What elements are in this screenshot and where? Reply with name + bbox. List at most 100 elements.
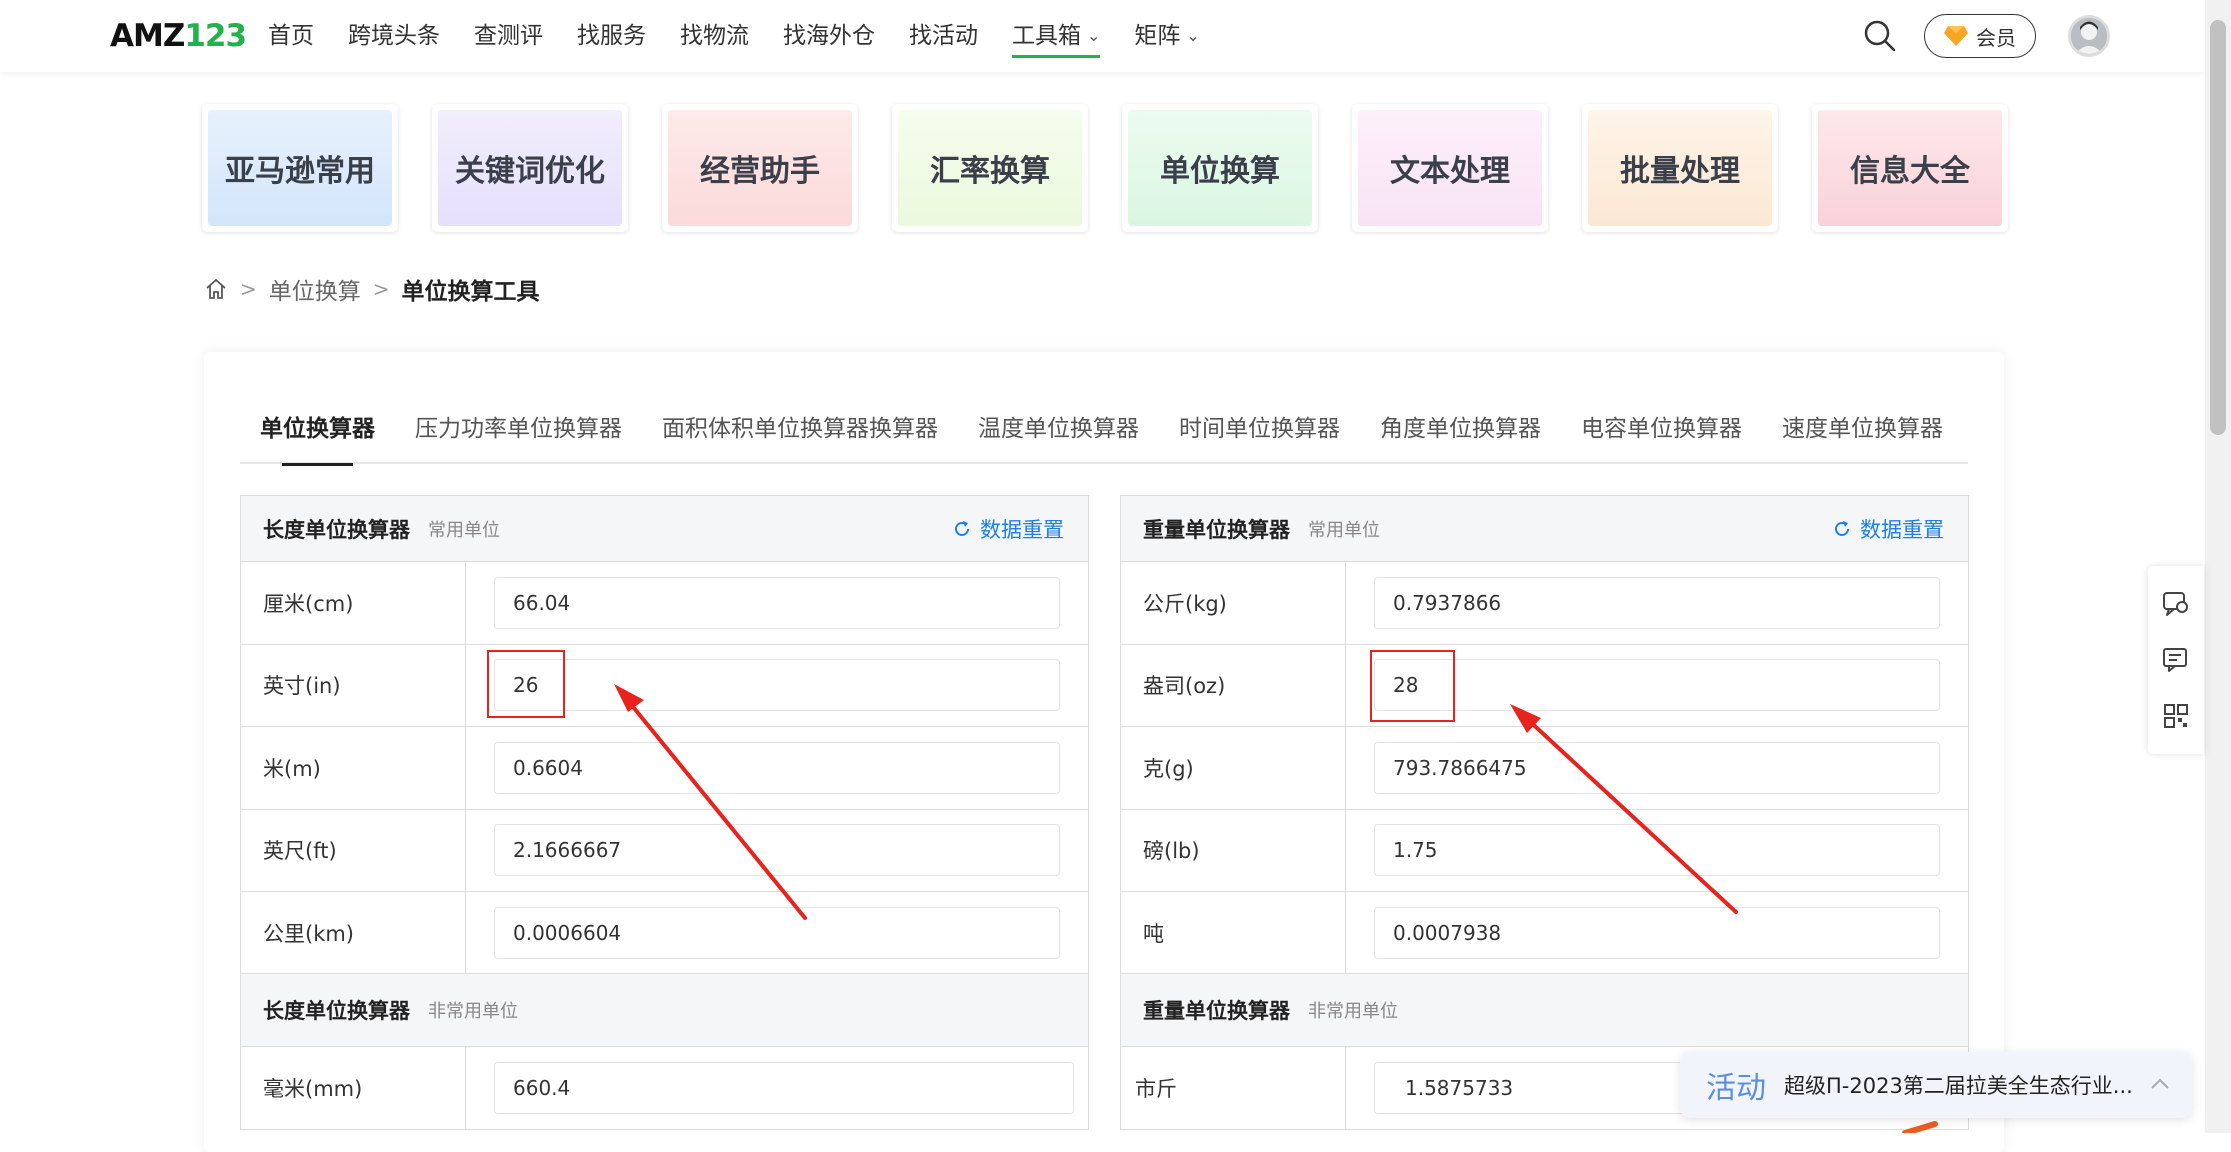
avatar[interactable] [2068,15,2110,57]
tab-time[interactable]: 时间单位换算器 [1159,400,1360,464]
category-exchange[interactable]: 汇率换算 [892,104,1088,232]
nav-events[interactable]: 找活动 [909,0,978,72]
nav-label: 查测评 [474,23,543,49]
category-keywords[interactable]: 关键词优化 [432,104,628,232]
unit-label: 吨 [1121,892,1346,975]
breadcrumb-level1[interactable]: 单位换算 [269,272,361,306]
nav-toolbox[interactable]: 工具箱 ⌄ [1012,0,1101,72]
tab-angle[interactable]: 角度单位换算器 [1360,400,1561,464]
tab-label: 角度单位换算器 [1380,416,1541,442]
nav-services[interactable]: 找服务 [577,0,646,72]
tab-label: 温度单位换算器 [978,416,1139,442]
tab-label: 面积体积单位换算器换算器 [662,416,938,442]
category-business[interactable]: 经营助手 [662,104,858,232]
nav-matrix[interactable]: 矩阵 ⌄ [1134,0,1199,72]
chevron-up-icon[interactable] [2148,1072,2172,1096]
unit-input[interactable] [494,824,1060,877]
home-icon[interactable] [204,277,228,301]
category-label: 亚马逊常用 [208,110,392,226]
unit-input[interactable] [494,1062,1074,1114]
unit-row: 毫米(mm) [240,1047,1089,1130]
unit-input[interactable] [494,907,1060,960]
scrollbar-thumb[interactable] [2210,20,2226,435]
converter-title: 重量单位换算器 [1143,517,1290,542]
vip-button[interactable]: 会员 [1924,14,2036,58]
unit-label: 克(g) [1121,727,1346,809]
activity-text: 超级Π-2023第二届拉美全生态行业... [1784,1074,2133,1098]
converter-subtitle: 常用单位 [428,519,500,541]
category-amazon[interactable]: 亚马逊常用 [202,104,398,232]
unit-input[interactable] [1374,576,1940,629]
breadcrumb-current: 单位换算工具 [401,279,540,305]
nav-reviews[interactable]: 查测评 [474,0,543,72]
unit-row: 克(g) [1121,727,1968,810]
unit-label: 毫米(mm) [241,1047,466,1129]
unit-input[interactable] [1374,907,1940,960]
tab-area-volume[interactable]: 面积体积单位换算器换算器 [642,400,958,464]
tab-unit-converter[interactable]: 单位换算器 [240,400,395,466]
converter-header: 重量单位换算器 常用单位 数据重置 [1121,496,1968,562]
unit-input[interactable] [1374,824,1940,877]
site-logo[interactable]: AMZ123 [110,16,247,56]
category-label: 文本处理 [1358,110,1542,226]
diamond-icon [1944,26,1968,46]
converter-title: 长度单位换算器 [263,517,410,542]
activity-banner[interactable]: 活动 超级Π-2023第二届拉美全生态行业... [1680,1052,2192,1118]
reset-label: 数据重置 [980,518,1064,542]
unit-label: 公里(km) [241,892,466,975]
top-navbar: AMZ123 首页 跨境头条 查测评 找服务 找物流 找海外仓 找活动 工具箱 ⌄… [0,0,2205,72]
category-label: 单位换算 [1128,110,1312,226]
unit-input[interactable] [1374,741,1940,794]
nav-home[interactable]: 首页 [268,0,314,72]
nav-warehouse[interactable]: 找海外仓 [783,0,875,72]
nav-label: 矩阵 [1134,23,1181,49]
breadcrumb-separator: > [240,277,257,301]
unit-row: 吨 [1121,892,1968,975]
category-info[interactable]: 信息大全 [1812,104,2008,232]
unit-row: 英尺(ft) [241,809,1088,892]
nav-logistics[interactable]: 找物流 [680,0,749,72]
unit-input[interactable] [494,741,1060,794]
unit-row: 英寸(in) [241,644,1088,727]
tab-capacitance[interactable]: 电容单位换算器 [1561,400,1762,464]
unit-input[interactable] [1374,659,1940,712]
tab-label: 单位换算器 [260,416,375,442]
reset-label: 数据重置 [1860,518,1944,542]
nav-label: 找海外仓 [783,23,875,49]
message-icon[interactable] [2161,645,2191,675]
tab-label: 压力功率单位换算器 [415,416,622,442]
unit-input[interactable] [494,576,1060,629]
refresh-icon [1835,521,1849,536]
category-label: 批量处理 [1588,110,1772,226]
tab-speed[interactable]: 速度单位换算器 [1762,400,1963,464]
feedback-bulb-icon[interactable] [2161,589,2191,619]
tab-temperature[interactable]: 温度单位换算器 [958,400,1159,464]
unit-label: 厘米(cm) [241,562,466,644]
highlight-box [487,650,565,718]
category-text[interactable]: 文本处理 [1352,104,1548,232]
nav-headlines[interactable]: 跨境头条 [348,0,440,72]
chevron-down-icon: ⌄ [1087,26,1101,45]
search-icon[interactable] [1862,18,1898,54]
main-nav: 首页 跨境头条 查测评 找服务 找物流 找海外仓 找活动 工具箱 ⌄ 矩阵 ⌄ [268,0,1234,72]
reset-button[interactable]: 数据重置 [1832,496,1944,562]
category-units[interactable]: 单位换算 [1122,104,1318,232]
nav-label: 找物流 [680,23,749,49]
unit-label: 磅(lb) [1121,809,1346,891]
category-batch[interactable]: 批量处理 [1582,104,1778,232]
qrcode-icon[interactable] [2161,701,2191,731]
logo-text: AMZ [110,18,185,54]
vip-label: 会员 [1976,25,2016,50]
category-label: 汇率换算 [898,110,1082,226]
converter-tabs: 单位换算器 压力功率单位换算器 面积体积单位换算器换算器 温度单位换算器 时间单… [240,400,1968,466]
unit-input[interactable] [494,659,1060,712]
unit-row: 公斤(kg) [1121,562,1968,645]
refresh-icon [955,521,969,536]
nav-label: 首页 [268,23,314,49]
unit-label: 盎司(oz) [1121,644,1346,726]
breadcrumb-separator: > [372,277,390,301]
chevron-down-icon: ⌄ [1186,26,1200,45]
reset-button[interactable]: 数据重置 [952,496,1064,562]
tab-pressure-power[interactable]: 压力功率单位换算器 [395,400,642,464]
activity-tag: 活动 [1706,1071,1766,1106]
